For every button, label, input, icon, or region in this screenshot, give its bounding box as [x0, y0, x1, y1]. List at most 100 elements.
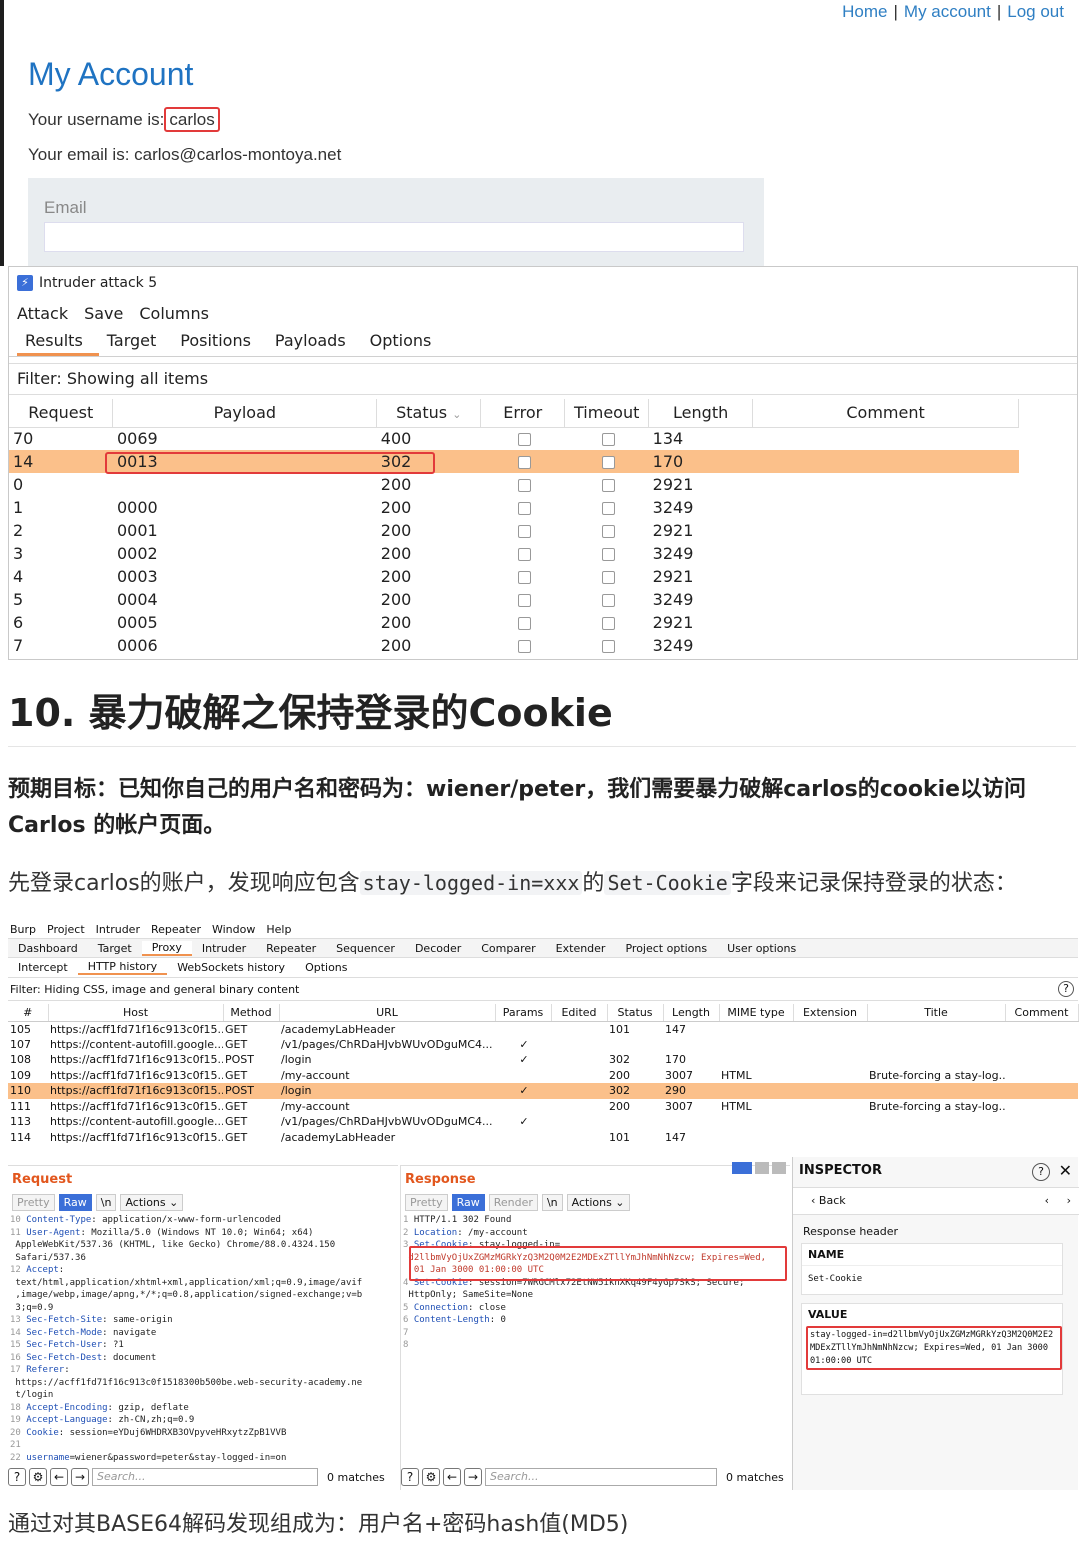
- table-row[interactable]: 0 200 2921: [9, 473, 1019, 496]
- history-col[interactable]: Host: [48, 1004, 224, 1022]
- back-button[interactable]: ‹ Back ‹ ›: [793, 1187, 1079, 1215]
- email-input[interactable]: [44, 222, 744, 252]
- timeout-checkbox[interactable]: [602, 479, 616, 492]
- help-icon[interactable]: ?: [401, 1468, 419, 1486]
- gear-icon[interactable]: ⚙: [422, 1468, 440, 1486]
- subtab-intercept[interactable]: Intercept: [8, 961, 78, 974]
- error-checkbox[interactable]: [518, 640, 532, 653]
- table-row[interactable]: 114 https://acff1fd71f16c913c0f15... GET/a…: [8, 1130, 1078, 1146]
- table-row[interactable]: 113 https://content-autofill.google... GET…: [8, 1114, 1078, 1130]
- render-tab[interactable]: Render: [488, 1194, 538, 1211]
- error-checkbox[interactable]: [518, 479, 532, 492]
- subtab-http-history[interactable]: HTTP history: [77, 960, 168, 975]
- request-raw-editor[interactable]: 10 Content-Type: application/x-www-form-…: [10, 1214, 362, 1464]
- my-account-link[interactable]: My account: [904, 2, 991, 21]
- tab-positions[interactable]: Positions: [172, 327, 267, 356]
- inspector-name-value[interactable]: Set-Cookie: [802, 1265, 1062, 1284]
- prev-icon[interactable]: ‹: [1045, 1188, 1049, 1214]
- history-col[interactable]: Edited: [551, 1004, 608, 1022]
- error-checkbox[interactable]: [518, 502, 532, 515]
- error-checkbox[interactable]: [518, 617, 532, 630]
- table-row[interactable]: 1 0000 200 3249: [9, 496, 1019, 519]
- history-col[interactable]: Length: [663, 1004, 720, 1022]
- newline-toggle[interactable]: \n: [95, 1194, 117, 1211]
- tab-user-options[interactable]: User options: [717, 942, 806, 955]
- tab-extender[interactable]: Extender: [546, 942, 616, 955]
- timeout-checkbox[interactable]: [602, 594, 616, 607]
- col-request[interactable]: Request: [9, 399, 114, 428]
- tab-options[interactable]: Options: [362, 327, 448, 356]
- error-checkbox[interactable]: [518, 456, 532, 469]
- subtab-websockets-history[interactable]: WebSockets history: [167, 961, 295, 974]
- results-filter[interactable]: Filter: Showing all items: [9, 363, 1077, 395]
- table-row[interactable]: 105 https://acff1fd71f16c913c0f15... GET/a…: [8, 1021, 1078, 1037]
- timeout-checkbox[interactable]: [602, 571, 616, 584]
- history-col[interactable]: Comment: [1005, 1004, 1079, 1022]
- tab-target[interactable]: Target: [99, 327, 173, 356]
- history-col[interactable]: MIME type: [719, 1004, 794, 1022]
- logout-link[interactable]: Log out: [1007, 2, 1064, 21]
- table-row[interactable]: 7 0006 200 3249: [9, 634, 1019, 657]
- tab-comparer[interactable]: Comparer: [471, 942, 545, 955]
- subtab-options[interactable]: Options: [295, 961, 357, 974]
- error-checkbox[interactable]: [518, 433, 532, 447]
- raw-tab[interactable]: Raw: [58, 1194, 92, 1211]
- table-row[interactable]: 4 0003 200 2921: [9, 565, 1019, 588]
- tab-results[interactable]: Results: [17, 327, 99, 356]
- history-col[interactable]: URL: [279, 1004, 496, 1022]
- raw-tab[interactable]: Raw: [451, 1194, 485, 1211]
- tab-decoder[interactable]: Decoder: [405, 942, 471, 955]
- inspector-value-text[interactable]: stay-logged-in=d2llbmVyOjUxZGMzMGRkYzQ3M…: [806, 1326, 1062, 1370]
- timeout-checkbox[interactable]: [602, 548, 616, 561]
- menu-item[interactable]: Intruder: [96, 923, 140, 936]
- single-pane-icon[interactable]: [772, 1162, 786, 1174]
- history-col[interactable]: Method: [223, 1004, 280, 1022]
- table-row[interactable]: 14 0013 302 170: [9, 450, 1019, 473]
- error-checkbox[interactable]: [518, 571, 532, 584]
- menu-item[interactable]: Burp: [10, 923, 36, 936]
- menu-item[interactable]: Window: [212, 923, 255, 936]
- arrow-left-icon[interactable]: ←: [443, 1468, 461, 1486]
- tab-sequencer[interactable]: Sequencer: [326, 942, 405, 955]
- arrow-right-icon[interactable]: →: [71, 1468, 89, 1486]
- help-icon[interactable]: ?: [8, 1468, 26, 1486]
- split-vertical-icon[interactable]: [755, 1162, 769, 1174]
- table-row[interactable]: 108 https://acff1fd71f16c913c0f15... POST /…: [8, 1052, 1078, 1068]
- tab-project-options[interactable]: Project options: [615, 942, 717, 955]
- actions-dropdown[interactable]: Actions ⌄: [120, 1194, 184, 1211]
- actions-dropdown[interactable]: Actions ⌄: [566, 1194, 630, 1211]
- menu-columns[interactable]: Columns: [139, 304, 209, 323]
- next-icon[interactable]: ›: [1067, 1188, 1071, 1214]
- tab-intruder[interactable]: Intruder: [192, 942, 256, 955]
- error-checkbox[interactable]: [518, 548, 532, 561]
- home-link[interactable]: Home: [842, 2, 887, 21]
- col-timeout[interactable]: Timeout: [564, 399, 650, 428]
- tab-payloads[interactable]: Payloads: [267, 327, 362, 356]
- menu-item[interactable]: Project: [47, 923, 85, 936]
- timeout-checkbox[interactable]: [602, 640, 616, 653]
- arrow-left-icon[interactable]: ←: [50, 1468, 68, 1486]
- arrow-right-icon[interactable]: →: [464, 1468, 482, 1486]
- timeout-checkbox[interactable]: [602, 617, 616, 630]
- table-row[interactable]: 111 https://acff1fd71f16c913c0f15... GET/m…: [8, 1099, 1078, 1115]
- request-search-input[interactable]: Search...: [92, 1468, 318, 1486]
- table-row[interactable]: 107 https://content-autofill.google... GET…: [8, 1037, 1078, 1053]
- help-icon[interactable]: ?: [1058, 981, 1074, 997]
- menu-attack[interactable]: Attack: [17, 304, 68, 323]
- col-error[interactable]: Error: [480, 399, 566, 428]
- gear-icon[interactable]: ⚙: [29, 1468, 47, 1486]
- table-row[interactable]: 5 0004 200 3249: [9, 588, 1019, 611]
- history-col[interactable]: Params: [495, 1004, 552, 1022]
- tab-repeater[interactable]: Repeater: [256, 942, 326, 955]
- tab-proxy[interactable]: Proxy: [141, 940, 192, 956]
- table-row[interactable]: 110 https://acff1fd71f16c913c0f15... POST /…: [8, 1083, 1078, 1099]
- timeout-checkbox[interactable]: [602, 502, 616, 515]
- response-search-input[interactable]: Search...: [485, 1468, 717, 1486]
- timeout-checkbox[interactable]: [602, 525, 616, 538]
- table-row[interactable]: 3 0002 200 3249: [9, 542, 1019, 565]
- history-col[interactable]: Title: [867, 1004, 1006, 1022]
- error-checkbox[interactable]: [518, 594, 532, 607]
- response-raw-editor[interactable]: 1 HTTP/1.1 302 Found 2 Location: /my-acco…: [403, 1214, 766, 1352]
- history-col[interactable]: #: [8, 1004, 49, 1022]
- history-filter[interactable]: Filter: Hiding CSS, image and general bi…: [8, 979, 1078, 1001]
